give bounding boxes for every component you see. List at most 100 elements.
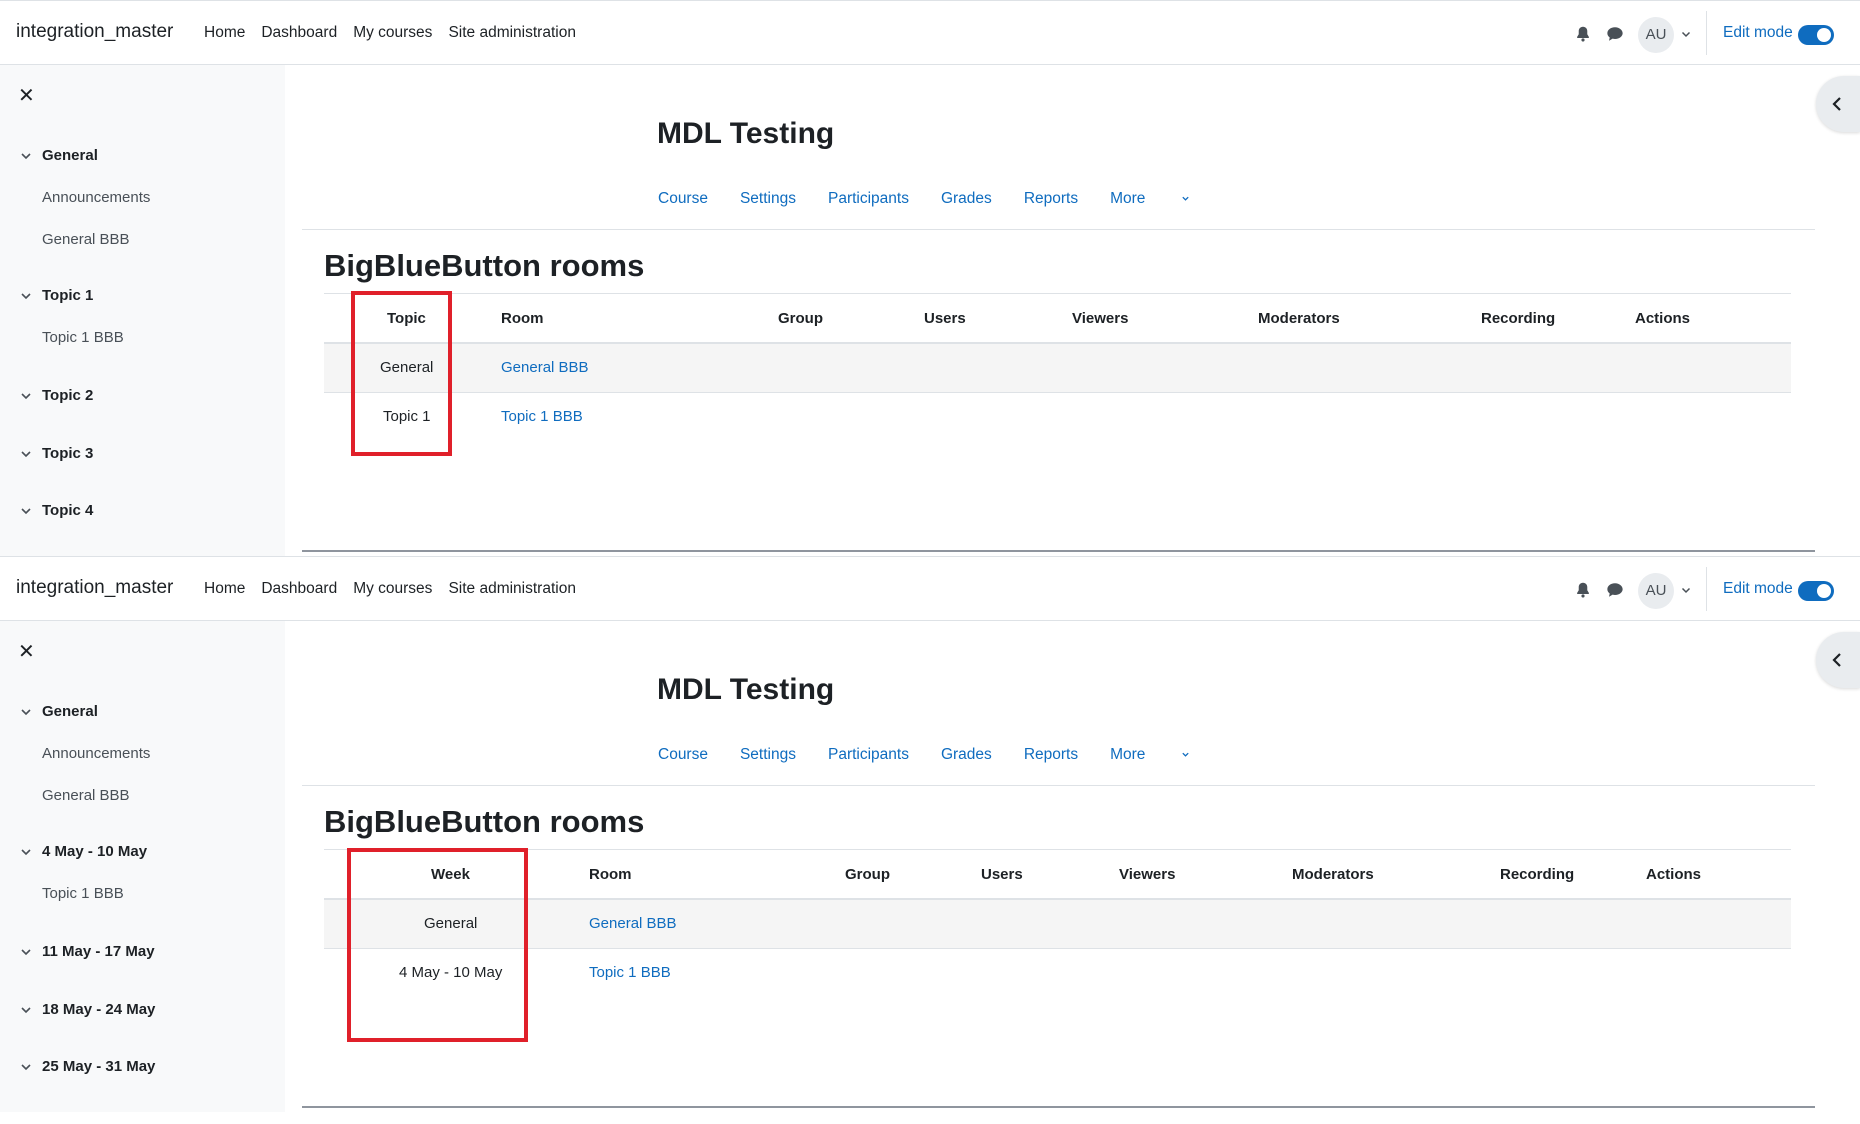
screenshot-panel-topics: integration_master Home Dashboard My cou… (0, 0, 1860, 556)
drawer-item-label: Topic 1 BBB (42, 329, 124, 346)
drawer-item-label: 4 May - 10 May (42, 843, 148, 860)
column-header-group: Group (778, 310, 823, 327)
column-header-room: Room (501, 310, 544, 327)
chevron-down-icon[interactable] (20, 946, 32, 958)
chevron-down-icon (1182, 197, 1190, 202)
chevron-down-icon[interactable] (20, 150, 32, 162)
nav-home[interactable]: Home (204, 24, 245, 42)
tab-more-label: More (1110, 190, 1146, 207)
chevron-left-icon (1832, 97, 1841, 111)
nav-dashboard[interactable]: Dashboard (261, 24, 337, 42)
tab-more-label: More (1110, 746, 1146, 763)
course-secondary-navigation: Course Settings Participants Grades Repo… (658, 746, 1222, 764)
column-header-viewers: Viewers (1119, 866, 1176, 883)
tab-more[interactable]: More (1110, 190, 1190, 208)
site-brand[interactable]: integration_master (16, 21, 173, 43)
drawer-item-label: Topic 2 (42, 387, 94, 404)
course-title: MDL Testing (657, 117, 835, 150)
chevron-down-icon[interactable] (20, 706, 32, 718)
messages-chat-icon[interactable] (1606, 581, 1624, 599)
panel-bottom-border (302, 1106, 1815, 1108)
course-title: MDL Testing (657, 673, 835, 706)
table-header-row: Week Room Group Users Viewers Moderators… (324, 849, 1791, 900)
drawer-item-label: Announcements (42, 745, 151, 762)
messages-chat-icon[interactable] (1606, 25, 1624, 43)
chevron-down-icon[interactable] (20, 290, 32, 302)
tab-course[interactable]: Course (658, 190, 708, 208)
tab-course[interactable]: Course (658, 746, 708, 764)
user-menu-chevron-down-icon[interactable] (1680, 28, 1692, 40)
open-block-drawer-button[interactable] (1816, 632, 1860, 688)
top-navbar: integration_master Home Dashboard My cou… (0, 0, 1860, 65)
user-menu-chevron-down-icon[interactable] (1680, 584, 1692, 596)
screenshot-panel-weeks: integration_master Home Dashboard My cou… (0, 556, 1860, 1112)
drawer-item-label: Topic 4 (42, 502, 94, 519)
column-header-users: Users (981, 866, 1023, 883)
header-divider (302, 785, 1815, 786)
chevron-down-icon[interactable] (20, 505, 32, 517)
nav-site-administration[interactable]: Site administration (448, 24, 576, 42)
tab-participants[interactable]: Participants (828, 190, 909, 208)
column-header-moderators: Moderators (1258, 310, 1340, 327)
drawer-item-label: Announcements (42, 189, 151, 206)
panel-bottom-border (302, 550, 1815, 552)
cell-room-link[interactable]: General BBB (501, 359, 589, 376)
cell-room-link[interactable]: Topic 1 BBB (501, 408, 583, 425)
close-drawer-icon[interactable]: ✕ (18, 639, 35, 663)
drawer-item-label: 11 May - 17 May (42, 943, 155, 960)
notifications-bell-icon[interactable] (1574, 25, 1592, 43)
cell-room-link[interactable]: Topic 1 BBB (589, 964, 671, 981)
edit-mode-label[interactable]: Edit mode (1723, 24, 1793, 42)
open-block-drawer-button[interactable] (1816, 76, 1860, 132)
user-avatar[interactable]: AU (1638, 573, 1674, 609)
page-heading: BigBlueButton rooms (324, 804, 645, 839)
chevron-down-icon[interactable] (20, 1004, 32, 1016)
column-header-moderators: Moderators (1292, 866, 1374, 883)
drawer-item-label: General (42, 147, 98, 164)
navbar-divider (1706, 11, 1707, 55)
tab-more[interactable]: More (1110, 746, 1190, 764)
drawer-item-label: Topic 1 (42, 287, 94, 304)
nav-my-courses[interactable]: My courses (353, 24, 432, 42)
tab-settings[interactable]: Settings (740, 746, 796, 764)
nav-dashboard[interactable]: Dashboard (261, 580, 337, 598)
close-drawer-icon[interactable]: ✕ (18, 83, 35, 107)
header-divider (302, 229, 1815, 230)
drawer-item-label: Topic 3 (42, 445, 94, 462)
tab-grades[interactable]: Grades (941, 190, 992, 208)
edit-mode-toggle[interactable] (1798, 581, 1834, 601)
edit-mode-label[interactable]: Edit mode (1723, 580, 1793, 598)
course-secondary-navigation: Course Settings Participants Grades Repo… (658, 190, 1222, 208)
drawer-item-label: 18 May - 24 May (42, 1001, 156, 1018)
chevron-down-icon[interactable] (20, 846, 32, 858)
chevron-down-icon[interactable] (20, 1061, 32, 1073)
cell-room-link[interactable]: General BBB (589, 915, 677, 932)
edit-mode-toggle[interactable] (1798, 25, 1834, 45)
site-brand[interactable]: integration_master (16, 577, 173, 599)
nav-home[interactable]: Home (204, 580, 245, 598)
primary-navigation: Home Dashboard My courses Site administr… (204, 24, 576, 42)
course-index-drawer: ✕ General Announcements General BBB Topi… (0, 65, 285, 556)
column-header-viewers: Viewers (1072, 310, 1129, 327)
nav-site-administration[interactable]: Site administration (448, 580, 576, 598)
column-header-recording: Recording (1500, 866, 1575, 883)
tab-reports[interactable]: Reports (1024, 746, 1078, 764)
tab-grades[interactable]: Grades (941, 746, 992, 764)
nav-my-courses[interactable]: My courses (353, 580, 432, 598)
column-header-group: Group (845, 866, 890, 883)
drawer-item-label: General (42, 703, 98, 720)
tab-settings[interactable]: Settings (740, 190, 796, 208)
drawer-item-label: 25 May - 31 May (42, 1058, 156, 1075)
tab-reports[interactable]: Reports (1024, 190, 1078, 208)
page-heading: BigBlueButton rooms (324, 248, 645, 283)
chevron-down-icon (1182, 753, 1190, 758)
column-header-actions: Actions (1635, 310, 1691, 327)
drawer-item-label: General BBB (42, 231, 130, 248)
user-avatar[interactable]: AU (1638, 17, 1674, 53)
chevron-down-icon[interactable] (20, 390, 32, 402)
table-row: Topic 1 Topic 1 BBB (324, 393, 1791, 442)
notifications-bell-icon[interactable] (1574, 581, 1592, 599)
highlight-annotation-box (347, 848, 528, 1042)
tab-participants[interactable]: Participants (828, 746, 909, 764)
chevron-down-icon[interactable] (20, 448, 32, 460)
